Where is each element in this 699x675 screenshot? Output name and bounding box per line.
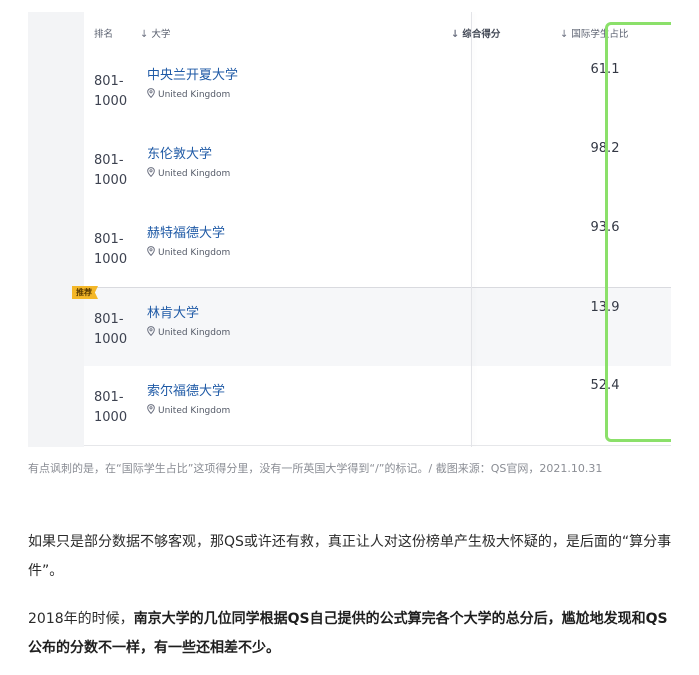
rank-cell: 801- 1000: [94, 72, 134, 112]
rank-cell: 801- 1000: [94, 388, 134, 428]
table-header: 排名 ↓ 大学 ↓ 综合得分 ↓ 国际学生占比: [84, 12, 671, 51]
header-rank[interactable]: 排名: [94, 26, 113, 40]
rank-cell: 801- 1000: [94, 310, 134, 350]
article-paragraph-1: 如果只是部分数据不够客观，那QS或许还有救，真正让人对这份榜单产生极大怀疑的，是…: [28, 534, 672, 579]
rank-range-end: 1000: [94, 173, 128, 188]
rank-range-end: 1000: [94, 410, 128, 425]
location-label: United Kingdom: [158, 328, 231, 338]
university-name-link[interactable]: 索尔福德大学: [147, 380, 225, 399]
rank-cell: 801- 1000: [94, 230, 134, 270]
header-university-label: 大学: [151, 29, 171, 40]
header-overall-score[interactable]: ↓ 综合得分: [451, 26, 500, 40]
table-row[interactable]: 801- 1000 索尔福德大学 United Kingdom 52.4: [84, 366, 671, 446]
table-row[interactable]: 801- 1000 中央兰开夏大学 United Kingdom 61.1: [84, 50, 671, 130]
location-pin-icon: [147, 167, 155, 177]
sort-arrow-icon: ↓: [140, 29, 149, 40]
university-location: United Kingdom: [147, 404, 230, 416]
recommended-badge: 推荐: [72, 286, 98, 299]
university-name-link[interactable]: 赫特福德大学: [147, 222, 225, 241]
header-university[interactable]: ↓ 大学: [140, 26, 170, 40]
location-pin-icon: [147, 88, 155, 98]
location-label: United Kingdom: [158, 248, 231, 258]
ranking-table: 排名 ↓ 大学 ↓ 综合得分 ↓ 国际学生占比 801- 1000 中央兰开夏大学 Unit…: [72, 12, 671, 447]
header-overall-label: 综合得分: [462, 29, 501, 40]
table-row[interactable]: 801- 1000 赫特福德大学 United Kingdom 93.6: [84, 208, 671, 288]
rank-range-start: 801-: [94, 390, 124, 405]
location-pin-icon: [147, 326, 155, 336]
paragraph-2-intro: 2018年的时候，: [28, 611, 134, 627]
university-location: United Kingdom: [147, 167, 230, 179]
university-name-link[interactable]: 林肯大学: [147, 302, 199, 321]
university-name-link[interactable]: 中央兰开夏大学: [147, 64, 238, 83]
location-pin-icon: [147, 404, 155, 414]
column-divider: [471, 12, 472, 447]
university-name-link[interactable]: 东伦敦大学: [147, 143, 212, 162]
ranking-screenshot: 排名 ↓ 大学 ↓ 综合得分 ↓ 国际学生占比 801- 1000 中央兰开夏大学 Unit…: [28, 12, 671, 447]
table-row[interactable]: 801- 1000 东伦敦大学 United Kingdom 98.2: [84, 129, 671, 209]
image-caption: 有点讽刺的是，在“国际学生占比”这项得分里，没有一所英国大学得到“/”的标记。/…: [28, 462, 603, 475]
sort-arrow-icon: ↓: [451, 29, 460, 40]
rank-range-start: 801-: [94, 232, 124, 247]
table-row[interactable]: 推荐 801- 1000 林肯大学 United Kingdom 13.9: [72, 286, 671, 368]
university-location: United Kingdom: [147, 88, 230, 100]
rank-range-end: 1000: [94, 94, 128, 109]
rank-range-start: 801-: [94, 153, 124, 168]
rank-range-end: 1000: [94, 332, 128, 347]
rank-range-end: 1000: [94, 252, 128, 267]
university-location: United Kingdom: [147, 326, 230, 338]
location-label: United Kingdom: [158, 406, 231, 416]
rank-range-start: 801-: [94, 74, 124, 89]
rank-range-start: 801-: [94, 312, 124, 327]
rank-cell: 801- 1000: [94, 151, 134, 191]
location-pin-icon: [147, 246, 155, 256]
university-location: United Kingdom: [147, 246, 230, 258]
article-paragraph-2: 2018年的时候，南京大学的几位同学根据QS自己提供的公式算完各个大学的总分后，…: [28, 605, 673, 663]
highlight-box: [605, 22, 671, 442]
location-label: United Kingdom: [158, 169, 231, 179]
sort-arrow-icon: ↓: [560, 29, 569, 40]
location-label: United Kingdom: [158, 90, 231, 100]
